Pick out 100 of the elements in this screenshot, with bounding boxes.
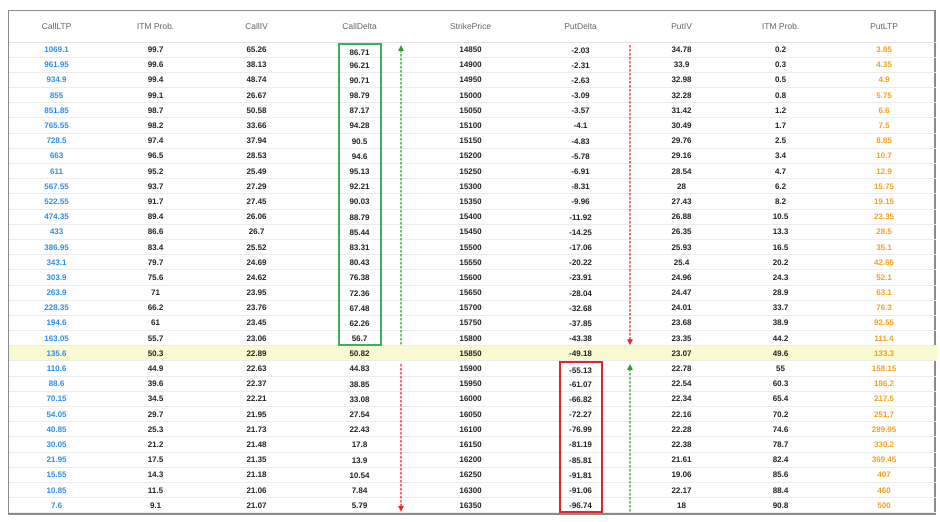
table-cell: 88.79: [338, 210, 382, 225]
table-cell: 29.7: [148, 410, 164, 419]
table-cell: 21.07: [246, 502, 267, 510]
table-cell-text: -9.96: [570, 196, 591, 208]
table-cell: 15200: [459, 152, 482, 160]
table-cell: 96.5: [148, 152, 164, 160]
table-cell: 78.7: [772, 440, 788, 449]
table-cell: -85.81: [558, 452, 602, 468]
table-cell: 23.06: [246, 334, 267, 343]
table-cell: 3.4: [774, 152, 786, 160]
table-cell: 4.7: [774, 168, 786, 176]
table-cell: 133.3: [874, 350, 894, 358]
table-cell: 35.1: [876, 244, 892, 252]
table-cell: 16300: [459, 486, 482, 495]
table-cell: 19.06: [671, 471, 692, 480]
table-cell: 16150: [459, 440, 482, 449]
table-cell: 22.38: [671, 440, 692, 449]
table-cell-text: -28.04: [568, 288, 593, 300]
table-cell: 15850: [459, 350, 482, 358]
table-cell-text: -37.85: [568, 318, 593, 330]
table-cell: 70.15: [46, 395, 67, 404]
table-cell: 98.79: [338, 88, 382, 104]
table-cell: 1069.1: [44, 46, 69, 54]
table-cell: 30.49: [671, 122, 692, 130]
table-cell: 89.4: [148, 213, 164, 222]
table-cell: 97.4: [148, 137, 164, 146]
table-cell-text: -4.83: [570, 136, 591, 148]
table-cell: 21.18: [246, 471, 267, 480]
table-cell: -61.07: [558, 376, 602, 392]
table-cell: 2.5: [774, 137, 786, 146]
table-cell: 31.42: [671, 106, 692, 115]
table-cell: 79.7: [148, 258, 164, 267]
table-cell: 22.28: [671, 426, 692, 434]
table-cell: 15150: [459, 137, 482, 146]
table-cell: 765.55: [44, 122, 69, 130]
table-cell: 24.01: [671, 304, 692, 312]
table-cell: 330.2: [874, 440, 894, 449]
table-cell-text: 27.54: [348, 409, 371, 421]
table-cell: 76.38: [338, 270, 382, 286]
table-cell: 15500: [459, 244, 482, 252]
table-cell: 934.9: [46, 76, 67, 84]
table-cell: 15700: [459, 304, 482, 312]
table-cell: 135.6: [46, 350, 67, 358]
table-cell: 6.2: [774, 182, 786, 191]
table-cell: 91.7: [148, 198, 164, 206]
table-cell-text: -49.18: [568, 348, 593, 360]
table-cell: 21.95: [46, 456, 67, 464]
table-cell: 26.06: [246, 213, 267, 222]
table-cell: 217.5: [874, 395, 894, 404]
table-cell: -81.19: [558, 437, 602, 453]
table-cell: 44.9: [148, 365, 164, 374]
table-cell-text: -17.06: [568, 242, 593, 254]
table-cell: 16100: [459, 426, 482, 434]
table-cell: 20.2: [772, 258, 788, 267]
table-cell: 17.5: [148, 456, 164, 464]
column-header: PutDelta: [564, 20, 597, 31]
table-cell: 28.53: [246, 152, 267, 160]
table-cell: 15250: [459, 168, 482, 176]
table-cell: 28.5: [876, 228, 892, 236]
table-cell: 500: [877, 502, 891, 510]
table-cell: 86.6: [148, 228, 164, 236]
table-cell: 49.6: [772, 350, 788, 358]
table-cell: 4.9: [878, 76, 890, 84]
table-cell: 10.85: [46, 486, 67, 495]
table-cell: 62.26: [338, 316, 382, 332]
table-cell: -91.06: [558, 482, 602, 498]
table-cell: 23.68: [671, 319, 692, 328]
table-cell: 611: [50, 168, 63, 176]
table-cell: 80.43: [338, 255, 382, 270]
table-cell: 95.2: [148, 168, 164, 176]
table-cell: 74.6: [772, 426, 788, 434]
table-cell: 33.7: [772, 304, 788, 312]
table-cell: 26.35: [671, 228, 692, 236]
table-cell: 27.29: [246, 182, 267, 191]
column-header: CallIV: [245, 20, 268, 31]
table-cell: 4.35: [876, 61, 892, 70]
table-cell: 21.95: [246, 410, 267, 419]
table-cell: 0.5: [774, 76, 786, 84]
table-cell: 48.74: [246, 76, 267, 84]
table-cell-text: 10.54: [348, 470, 371, 482]
table-cell: 22.54: [671, 380, 692, 388]
table-cell: 70.2: [772, 410, 788, 419]
table-cell: 83.31: [338, 240, 382, 256]
table-cell: 23.95: [246, 289, 267, 298]
table-cell-text: -11.92: [568, 212, 593, 224]
table-cell: 19.15: [874, 198, 894, 206]
table-cell: 32.98: [671, 76, 692, 84]
table-cell: 22.37: [246, 380, 267, 388]
table-cell: 76.3: [876, 304, 892, 312]
table-cell: 88.4: [772, 486, 788, 495]
table-cell: 263.9: [46, 289, 67, 298]
table-cell: 88.6: [48, 380, 64, 388]
table-cell: 50.58: [246, 106, 267, 115]
table-cell: 10.7: [876, 152, 892, 160]
table-cell: 23.35: [874, 213, 894, 222]
table-cell: -66.82: [558, 392, 602, 407]
table-cell: 75.6: [148, 274, 164, 282]
table-cell: 44.2: [772, 334, 788, 343]
table-cell: 39.6: [148, 380, 164, 388]
table-cell: -76.99: [558, 422, 602, 438]
